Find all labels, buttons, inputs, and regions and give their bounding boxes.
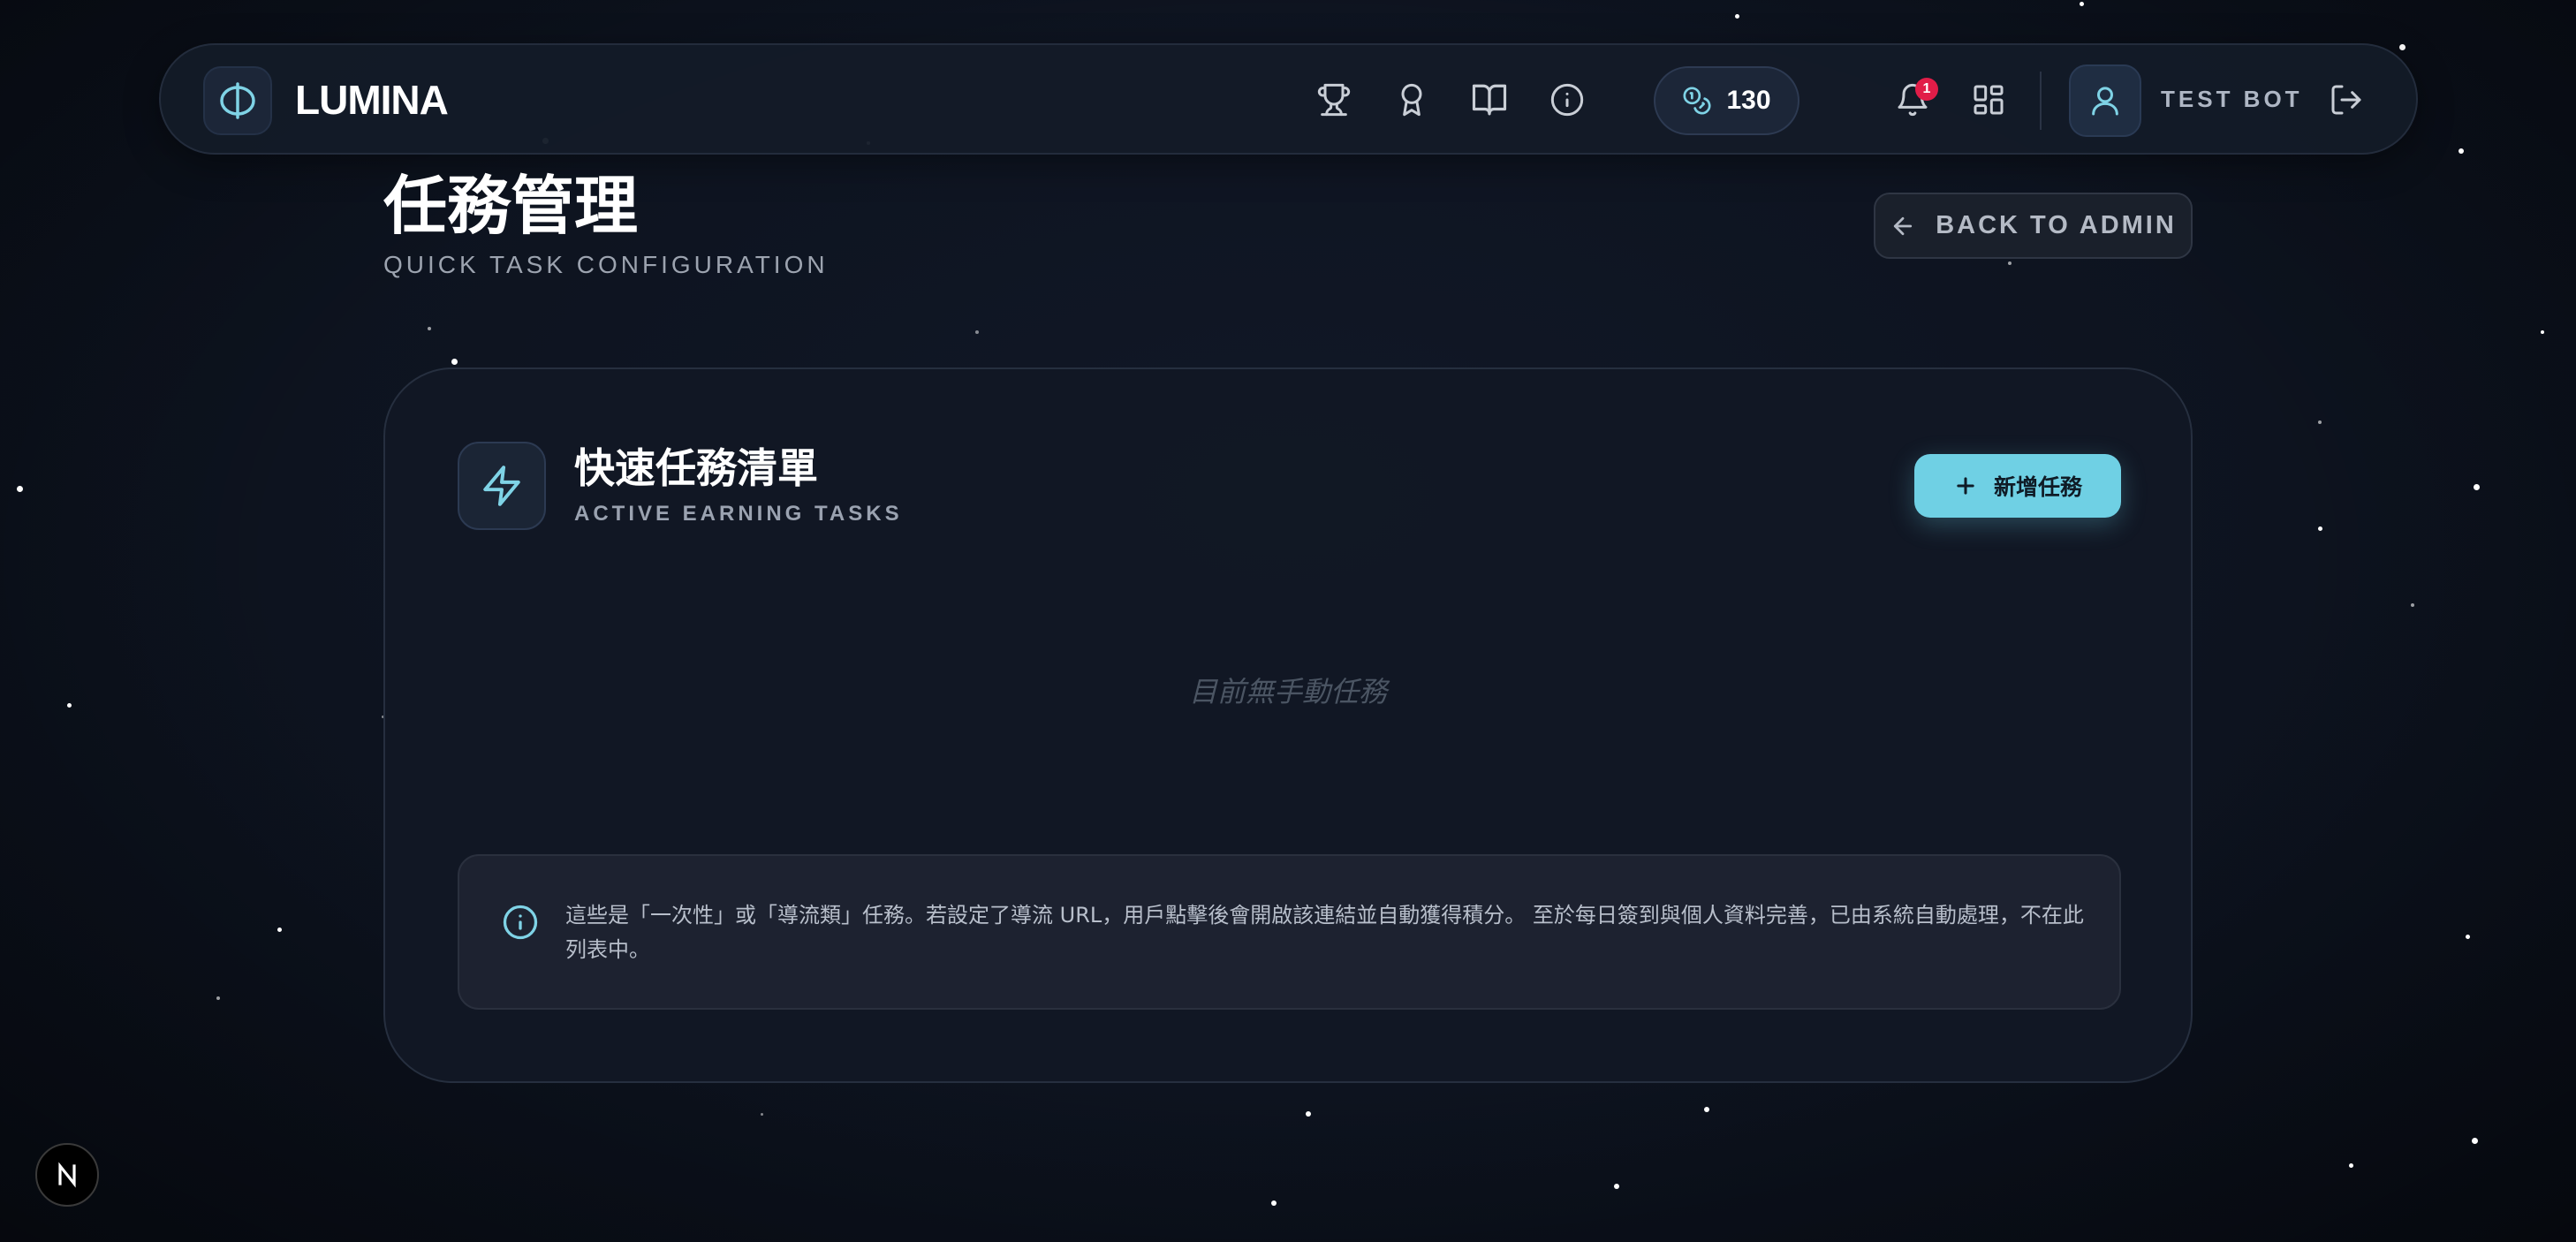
next-dev-indicator[interactable] <box>35 1143 99 1207</box>
guide-button[interactable] <box>1466 77 1512 123</box>
book-open-icon <box>1472 84 1507 116</box>
card-subtitle: ACTIVE EARNING TASKS <box>574 502 903 526</box>
award-icon <box>1401 83 1422 117</box>
star <box>2466 935 2470 939</box>
star <box>2474 484 2480 490</box>
star <box>2008 261 2012 265</box>
achievements-button[interactable] <box>1389 77 1435 123</box>
star <box>2411 603 2414 607</box>
card-icon-container <box>458 442 546 530</box>
logo-button[interactable] <box>203 66 272 135</box>
nav-divider <box>2040 72 2042 130</box>
user-name[interactable]: TEST BOT <box>2161 86 2303 113</box>
back-button-label: BACK TO ADMIN <box>1936 211 2177 239</box>
notification-badge: 1 <box>1915 78 1938 101</box>
info-circle-icon <box>503 905 538 940</box>
brand-name[interactable]: LUMINA <box>295 76 449 124</box>
page-subtitle: QUICK TASK CONFIGURATION <box>383 251 829 278</box>
star <box>428 327 431 330</box>
plus-icon <box>1957 477 1974 495</box>
empty-state-message: 目前無手動任務 <box>1188 675 1387 708</box>
star <box>2541 330 2544 334</box>
arrow-left-icon <box>1894 216 1913 235</box>
star <box>1271 1200 1277 1206</box>
star <box>2318 526 2322 531</box>
top-navbar: LUMINA 130 1 TEST BOT <box>159 43 2418 155</box>
points-value: 130 <box>1726 86 1771 115</box>
star <box>451 359 458 365</box>
star <box>216 996 220 1000</box>
card-title: 快速任務清單 <box>574 444 818 492</box>
info-notice-text: 這些是「一次性」或「導流類」任務。若設定了導流 URL，用戶點擊後會開啟該連結並… <box>565 903 2084 962</box>
star <box>2349 1163 2353 1168</box>
lightning-icon <box>483 466 520 506</box>
star <box>1306 1111 1311 1117</box>
star <box>2080 2 2084 6</box>
add-task-label: 新增任務 <box>1993 474 2082 500</box>
logout-button[interactable] <box>2323 77 2369 123</box>
back-to-admin-button[interactable]: BACK TO ADMIN <box>1874 193 2193 259</box>
logout-icon <box>2331 85 2361 115</box>
star <box>277 928 282 932</box>
add-task-button[interactable]: 新增任務 <box>1914 454 2121 518</box>
page-title: 任務管理 <box>383 169 639 243</box>
leaderboard-button[interactable] <box>1311 77 1357 123</box>
user-avatar-button[interactable] <box>2069 64 2141 137</box>
star <box>761 1113 763 1116</box>
info-icon <box>1550 83 1584 117</box>
grid-icon <box>1974 85 2004 115</box>
n-logo-icon <box>58 1162 76 1188</box>
dashboard-button[interactable] <box>1966 77 2012 123</box>
trophy-icon <box>1317 83 1351 117</box>
notifications-button[interactable]: 1 <box>1890 77 1938 123</box>
quick-task-card: 快速任務清單 ACTIVE EARNING TASKS 新增任務 目前無手動任務… <box>383 367 2193 1083</box>
points-balance[interactable]: 130 <box>1654 66 1799 135</box>
star <box>1735 14 1739 19</box>
user-icon <box>2092 87 2118 116</box>
star <box>2459 148 2464 154</box>
star <box>975 330 979 334</box>
star <box>2318 420 2322 424</box>
star <box>1704 1107 1709 1112</box>
star <box>67 703 72 708</box>
logo-icon <box>220 82 255 119</box>
coins-icon <box>1683 87 1711 115</box>
star <box>2399 44 2406 50</box>
star <box>17 486 23 492</box>
info-button[interactable] <box>1544 77 1590 123</box>
info-notice: 這些是「一次性」或「導流類」任務。若設定了導流 URL，用戶點擊後會開啟該連結並… <box>458 854 2121 1010</box>
star <box>1614 1184 1619 1189</box>
star <box>2472 1138 2478 1144</box>
